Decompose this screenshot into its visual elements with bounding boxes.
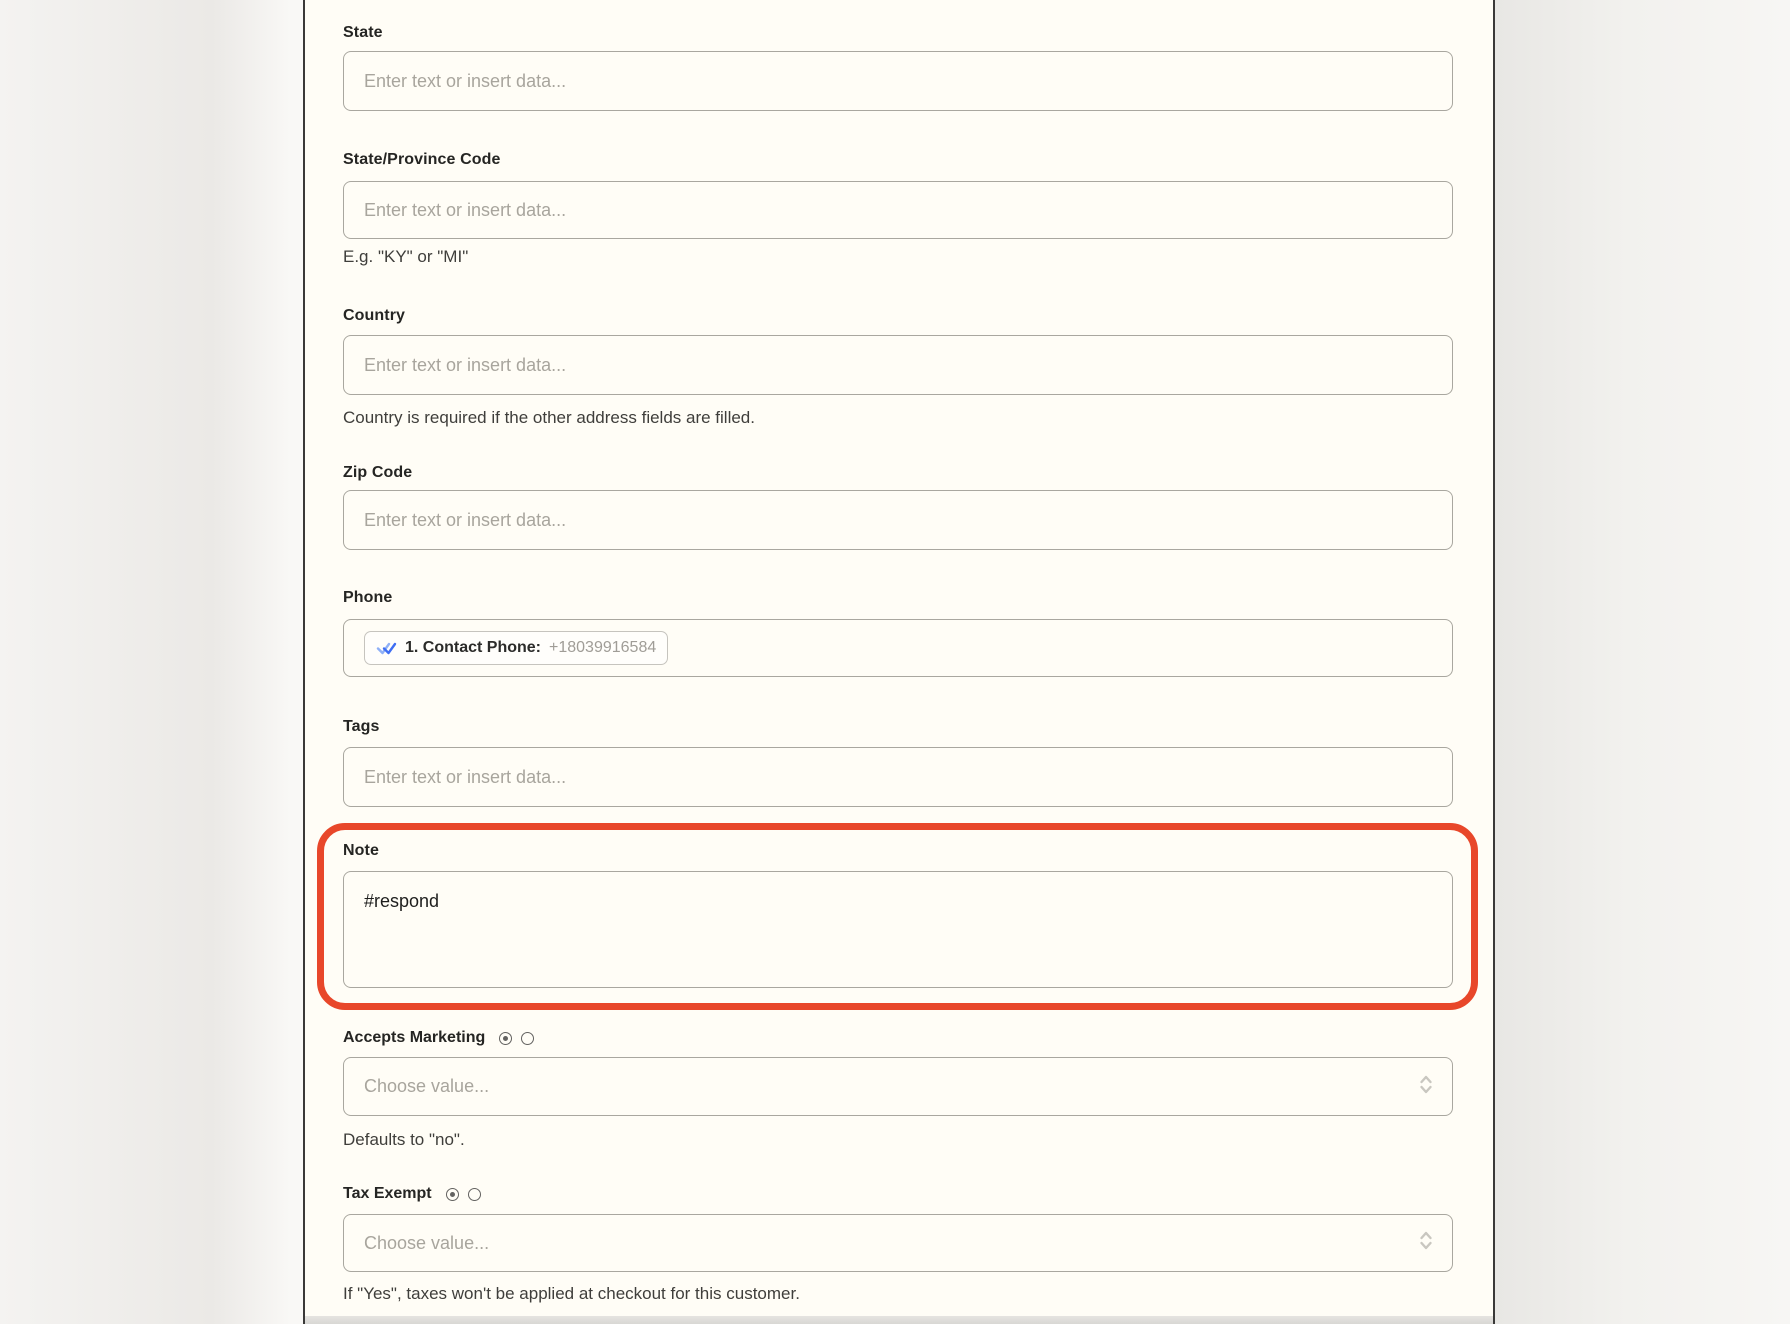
- up-down-chevrons-icon: [1418, 1072, 1434, 1101]
- state-province-code-help: E.g. "KY" or "MI": [343, 247, 468, 267]
- phone-input[interactable]: 1. Contact Phone: +18039916584: [343, 619, 1453, 677]
- pill-field-value: +18039916584: [549, 632, 656, 664]
- tags-input[interactable]: [343, 747, 1453, 807]
- pill-field-name: 1. Contact Phone:: [405, 632, 541, 664]
- accepts-marketing-mode-toggle: [499, 1032, 534, 1045]
- state-province-code-label: State/Province Code: [343, 150, 501, 170]
- zip-code-input[interactable]: [343, 490, 1453, 550]
- state-label: State: [343, 23, 383, 43]
- double-check-icon: [376, 641, 397, 656]
- accepts-marketing-label: Accepts Marketing: [343, 1028, 485, 1048]
- mapped-field-pill[interactable]: 1. Contact Phone: +18039916584: [364, 631, 668, 665]
- background-left-gutter: [0, 0, 303, 1324]
- phone-label: Phone: [343, 588, 392, 608]
- tax-exempt-label: Tax Exempt: [343, 1184, 432, 1204]
- accepts-marketing-placeholder: Choose value...: [364, 1076, 489, 1097]
- radio-unselected-icon[interactable]: [468, 1188, 481, 1201]
- form-panel: State State/Province Code E.g. "KY" or "…: [303, 0, 1495, 1324]
- accepts-marketing-help: Defaults to "no".: [343, 1130, 465, 1150]
- zip-code-label: Zip Code: [343, 463, 412, 483]
- accepts-marketing-select[interactable]: Choose value...: [343, 1057, 1453, 1116]
- state-input[interactable]: [343, 51, 1453, 111]
- country-input[interactable]: [343, 335, 1453, 395]
- tax-exempt-placeholder: Choose value...: [364, 1233, 489, 1254]
- tax-exempt-label-row: Tax Exempt: [343, 1184, 481, 1204]
- screen: State State/Province Code E.g. "KY" or "…: [0, 0, 1790, 1324]
- country-help: Country is required if the other address…: [343, 408, 755, 428]
- radio-unselected-icon[interactable]: [521, 1032, 534, 1045]
- background-right-gutter: [1495, 0, 1790, 1324]
- accepts-marketing-label-row: Accepts Marketing: [343, 1028, 534, 1048]
- note-label: Note: [343, 841, 379, 861]
- radio-selected-icon[interactable]: [446, 1188, 459, 1201]
- note-textarea[interactable]: #respond: [343, 871, 1453, 988]
- state-province-code-input[interactable]: [343, 181, 1453, 239]
- tax-exempt-select[interactable]: Choose value...: [343, 1214, 1453, 1272]
- tax-exempt-help: If "Yes", taxes won't be applied at chec…: [343, 1284, 800, 1304]
- up-down-chevrons-icon: [1418, 1229, 1434, 1258]
- tax-exempt-mode-toggle: [446, 1188, 481, 1201]
- radio-selected-icon[interactable]: [499, 1032, 512, 1045]
- country-label: Country: [343, 306, 405, 326]
- panel-bottom-edge: [305, 1316, 1493, 1324]
- tags-label: Tags: [343, 717, 380, 737]
